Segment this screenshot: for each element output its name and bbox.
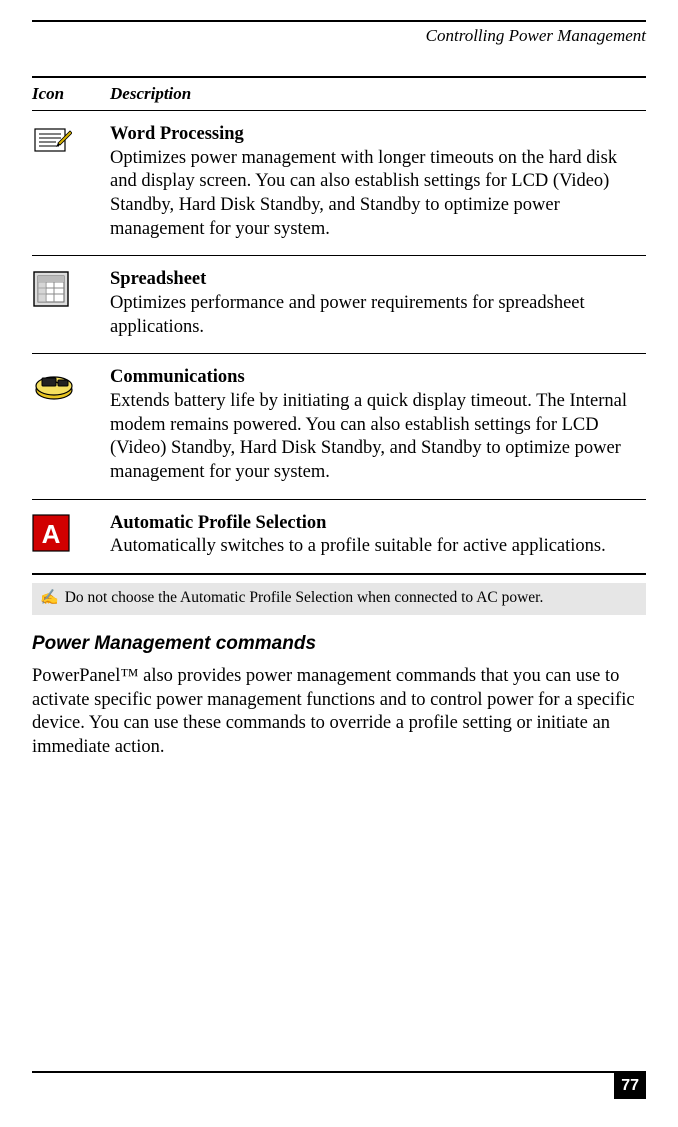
word-processing-icon [32, 125, 72, 161]
section-heading: Power Management commands [32, 633, 646, 655]
table-row: A Automatic Profile Selection Automatica… [32, 500, 646, 575]
spreadsheet-icon [32, 270, 72, 310]
automatic-profile-icon: A [32, 514, 70, 552]
communications-icon [32, 368, 76, 402]
description-cell: Communications Extends battery life by i… [110, 366, 646, 484]
row-title: Communications [110, 367, 245, 387]
page: Controlling Power Management Icon Descri… [0, 0, 678, 1127]
icon-cell [32, 268, 110, 339]
icon-cell [32, 123, 110, 241]
table-header-icon: Icon [32, 84, 110, 104]
note-icon: ✍ [40, 589, 59, 607]
table-row: Word Processing Optimizes power manageme… [32, 111, 646, 256]
row-text: Optimizes performance and power requirem… [110, 293, 585, 337]
description-cell: Word Processing Optimizes power manageme… [110, 123, 646, 241]
row-title: Automatic Profile Selection [110, 513, 326, 533]
icon-cell [32, 366, 110, 484]
table-header-row: Icon Description [32, 76, 646, 111]
row-title: Spreadsheet [110, 269, 206, 289]
running-header: Controlling Power Management [32, 26, 646, 46]
section-body: PowerPanel™ also provides power manageme… [32, 665, 646, 760]
icon-cell: A [32, 512, 110, 559]
note-box: ✍ Do not choose the Automatic Profile Se… [32, 583, 646, 615]
table-row: Spreadsheet Optimizes performance and po… [32, 256, 646, 354]
svg-text:A: A [42, 519, 61, 549]
note-text: Do not choose the Automatic Profile Sele… [65, 589, 544, 607]
row-text: Extends battery life by initiating a qui… [110, 391, 627, 482]
table-row: Communications Extends battery life by i… [32, 354, 646, 499]
page-number: 77 [614, 1073, 646, 1099]
row-text: Automatically switches to a profile suit… [110, 536, 606, 556]
row-title: Word Processing [110, 124, 244, 144]
header-rule [32, 20, 646, 22]
table-header-description: Description [110, 84, 646, 104]
footer-rule [32, 1071, 646, 1073]
footer: 77 [32, 1071, 646, 1099]
description-cell: Spreadsheet Optimizes performance and po… [110, 268, 646, 339]
description-cell: Automatic Profile Selection Automaticall… [110, 512, 646, 559]
row-text: Optimizes power management with longer t… [110, 148, 617, 239]
